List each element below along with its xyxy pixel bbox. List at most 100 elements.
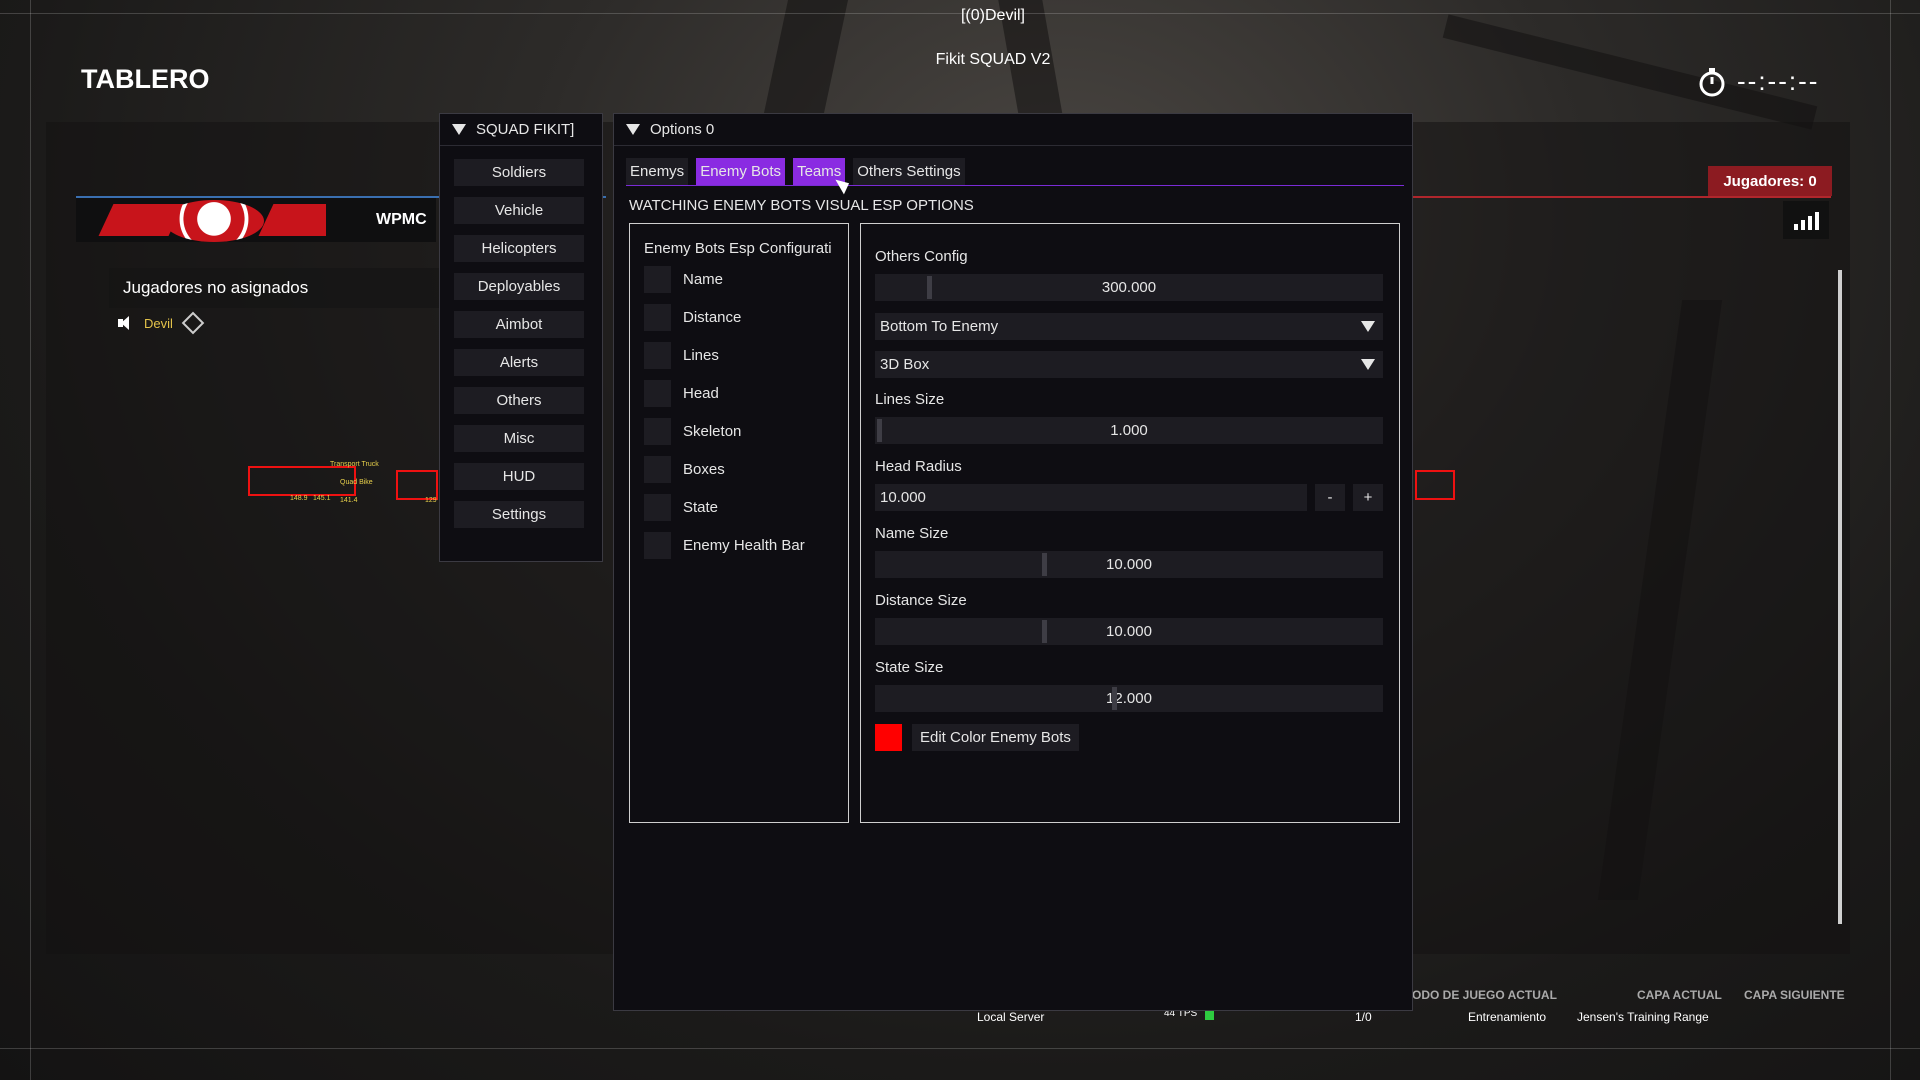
lines-size-label: Lines Size bbox=[875, 391, 945, 408]
menu-title: SQUAD FIKIT] bbox=[476, 121, 575, 138]
nav-hud-button[interactable]: HUD bbox=[454, 463, 584, 490]
combo-value: Bottom To Enemy bbox=[880, 318, 999, 335]
nav-others-button[interactable]: Others bbox=[454, 387, 584, 414]
nav-aimbot-button[interactable]: Aimbot bbox=[454, 311, 584, 338]
checkbox-box[interactable] bbox=[644, 417, 671, 445]
options-title: Options 0 bbox=[650, 121, 715, 138]
checkbox-box[interactable] bbox=[644, 455, 671, 483]
head-radius-label: Head Radius bbox=[875, 458, 962, 475]
slider-grab[interactable] bbox=[1041, 620, 1047, 643]
hud-frame-left bbox=[30, 0, 31, 1080]
checkbox-head[interactable]: Head bbox=[644, 374, 848, 412]
signal-bar bbox=[1807, 216, 1812, 230]
edit-color-button[interactable]: Edit Color Enemy Bots bbox=[912, 724, 1079, 751]
tab-enemy-bots[interactable]: Enemy Bots bbox=[696, 158, 786, 185]
window-title: [(0)Devil] bbox=[960, 7, 1025, 24]
esp-distance-label: 129 bbox=[425, 497, 437, 504]
esp-name-label: Quad Bike bbox=[340, 479, 373, 486]
checkbox-skeleton[interactable]: Skeleton bbox=[644, 412, 848, 450]
distance-slider[interactable]: 300.000 bbox=[875, 274, 1383, 301]
slider-grab[interactable] bbox=[1041, 553, 1047, 576]
options-header[interactable]: Options 0 bbox=[614, 114, 1412, 146]
stopwatch-icon bbox=[1699, 67, 1725, 96]
squad-fikit-menu[interactable]: SQUAD FIKIT] Soldiers Vehicle Helicopter… bbox=[439, 113, 603, 562]
decrement-button[interactable]: - bbox=[1315, 484, 1345, 511]
menu-header[interactable]: SQUAD FIKIT] bbox=[440, 114, 602, 146]
checkbox-enemy-health-bar[interactable]: Enemy Health Bar bbox=[644, 526, 848, 564]
checkbox-name[interactable]: Name bbox=[644, 260, 848, 298]
timer-value: --:--:-- bbox=[1737, 66, 1820, 96]
checkbox-box[interactable] bbox=[644, 493, 671, 521]
checkbox-box[interactable] bbox=[644, 265, 671, 293]
others-config-panel[interactable]: Others Config 300.000 Bottom To Enemy 3D… bbox=[860, 223, 1400, 823]
state-size-label: State Size bbox=[875, 659, 944, 676]
tab-others-settings[interactable]: Others Settings bbox=[853, 158, 965, 185]
line-position-combo[interactable]: Bottom To Enemy bbox=[875, 313, 1383, 340]
nav-soldiers-button[interactable]: Soldiers bbox=[454, 159, 584, 186]
player-row[interactable]: Devil bbox=[116, 311, 205, 335]
nav-alerts-button[interactable]: Alerts bbox=[454, 349, 584, 376]
box-type-combo[interactable]: 3D Box bbox=[875, 351, 1383, 378]
player-name: Devil bbox=[144, 315, 173, 331]
others-config-title: Others Config bbox=[875, 248, 968, 265]
head-radius-input[interactable]: 10.000 bbox=[875, 484, 1307, 511]
slider-value: 10.000 bbox=[1106, 623, 1152, 640]
nav-settings-button[interactable]: Settings bbox=[454, 501, 584, 528]
team-name: WPMC bbox=[376, 211, 427, 228]
slider-value: 10.000 bbox=[1106, 556, 1152, 573]
increment-button[interactable]: + bbox=[1353, 484, 1383, 511]
distance-size-slider[interactable]: 10.000 bbox=[875, 618, 1383, 645]
slider-value: 300.000 bbox=[1101, 279, 1157, 296]
server-name: Local Server bbox=[977, 1010, 1045, 1024]
checkbox-box[interactable] bbox=[644, 379, 671, 407]
state-size-slider[interactable]: 12.000 bbox=[875, 685, 1383, 712]
checkbox-label: Name bbox=[683, 270, 724, 288]
scoreboard-title: TABLERO bbox=[81, 64, 210, 94]
name-size-label: Name Size bbox=[875, 525, 949, 542]
tab-enemys[interactable]: Enemys bbox=[626, 158, 689, 185]
nav-vehicle-button[interactable]: Vehicle bbox=[454, 197, 584, 224]
unassigned-players-header: Jugadores no asignados bbox=[109, 268, 439, 308]
esp-config-panel[interactable]: Enemy Bots Esp Configurati Name Distance… bbox=[629, 223, 849, 823]
signal-button[interactable] bbox=[1783, 201, 1829, 239]
esp-config-title: Enemy Bots Esp Configurati bbox=[644, 240, 832, 257]
checkbox-box[interactable] bbox=[644, 341, 671, 369]
nav-misc-button[interactable]: Misc bbox=[454, 425, 584, 452]
match-timer: --:--:-- bbox=[1697, 66, 1819, 97]
checkbox-distance[interactable]: Distance bbox=[644, 298, 848, 336]
speaker-icon bbox=[116, 315, 132, 331]
head-radius-row: 10.000 - + bbox=[875, 484, 1383, 511]
checkbox-boxes[interactable]: Boxes bbox=[644, 450, 848, 488]
tps-indicator bbox=[1205, 1010, 1214, 1020]
slider-grab[interactable] bbox=[877, 419, 882, 442]
collapse-icon[interactable] bbox=[626, 124, 640, 135]
color-editor-row: Edit Color Enemy Bots bbox=[875, 724, 1385, 751]
signal-bar bbox=[1814, 212, 1819, 230]
hud-frame-bottom bbox=[0, 1048, 1920, 1049]
section-title: WATCHING ENEMY BOTS VISUAL ESP OPTIONS bbox=[629, 197, 974, 214]
checkbox-box[interactable] bbox=[644, 531, 671, 559]
checkbox-label: Distance bbox=[683, 308, 742, 326]
hud-frame-right bbox=[1890, 0, 1891, 1080]
esp-distance-label: 145.1 bbox=[313, 495, 331, 502]
options-window[interactable]: Options 0 Enemys Enemy Bots Teams Others… bbox=[613, 113, 1413, 1011]
nav-deployables-button[interactable]: Deployables bbox=[454, 273, 584, 300]
lines-size-slider[interactable]: 1.000 bbox=[875, 417, 1383, 444]
nav-helicopters-button[interactable]: Helicopters bbox=[454, 235, 584, 262]
slider-grab[interactable] bbox=[926, 276, 932, 299]
slider-grab[interactable] bbox=[1111, 687, 1117, 710]
esp-vehicle-box bbox=[1415, 470, 1455, 500]
game-mode-label: ODO DE JUEGO ACTUAL bbox=[1412, 988, 1557, 1002]
window-subtitle: Fikit SQUAD V2 bbox=[935, 51, 1051, 68]
checkbox-box[interactable] bbox=[644, 303, 671, 331]
role-icon bbox=[181, 311, 205, 335]
scoreboard-scrollbar[interactable] bbox=[1838, 270, 1842, 924]
slot-count: 1/0 bbox=[1355, 1010, 1372, 1024]
checkbox-lines[interactable]: Lines bbox=[644, 336, 848, 374]
color-swatch[interactable] bbox=[875, 724, 902, 751]
collapse-icon[interactable] bbox=[452, 124, 466, 135]
checkbox-label: Lines bbox=[683, 346, 719, 364]
name-size-slider[interactable]: 10.000 bbox=[875, 551, 1383, 578]
checkbox-state[interactable]: State bbox=[644, 488, 848, 526]
distance-size-label: Distance Size bbox=[875, 592, 967, 609]
